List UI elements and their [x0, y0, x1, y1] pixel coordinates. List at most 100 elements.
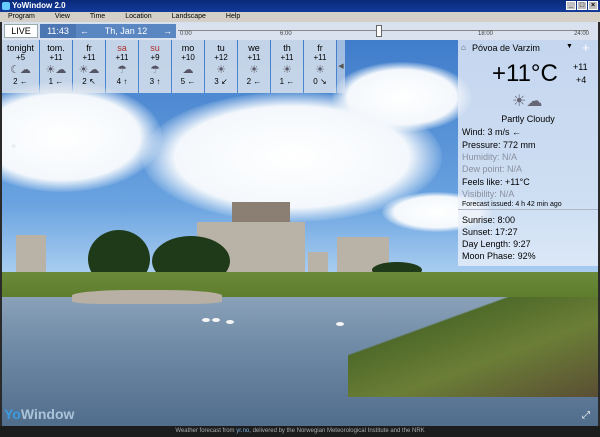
forecast-day[interactable]: tu +12 ☀ 3 ↙ — [205, 40, 237, 93]
dew-point-label: Dew point: — [462, 164, 505, 174]
forecast-low-wind: 3 ↑ — [149, 77, 161, 86]
swan — [226, 320, 234, 324]
menu-program[interactable]: Program — [8, 12, 35, 22]
forecast-low-wind: 0 ↘ — [313, 77, 327, 86]
forecast-high: +11 — [247, 53, 261, 62]
partly-cloudy-icon: ☀☁ — [45, 64, 67, 76]
scroll-left-icon[interactable]: ◆ — [11, 142, 16, 150]
sunrise-row: Sunrise: 8:00 — [462, 215, 515, 225]
forecast-day[interactable]: tonight +5 ☾☁ 2 ← — [2, 40, 39, 93]
rain-icon: ☂ — [150, 64, 160, 76]
forecast-day[interactable]: fr +11 ☀ 0 ↘ — [304, 40, 336, 93]
forecast-day[interactable]: mo +10 ☁ 5 ← — [172, 40, 204, 93]
yr-no-link[interactable]: yr.no — [236, 428, 249, 434]
time-tick: 18:00 — [478, 31, 494, 37]
reed-bank — [348, 297, 598, 397]
partly-cloudy-icon: ☀☁ — [78, 64, 100, 76]
menu-time[interactable]: Time — [90, 12, 105, 22]
pressure-value: 772 mm — [503, 140, 536, 150]
next-day-arrow-icon[interactable]: → — [163, 24, 172, 38]
wind-value: 3 m/s ← — [487, 127, 522, 137]
cloud-icon: ☁ — [182, 64, 194, 76]
location-dropdown-icon[interactable]: ▼ — [566, 43, 573, 50]
cloud — [2, 82, 162, 192]
time-slider[interactable]: 0:00 6:00 18:00 24:00 — [178, 24, 596, 38]
menu-landscape[interactable]: Landscape — [172, 12, 206, 22]
forecast-low-wind: 1 ← — [48, 77, 64, 86]
cloud — [332, 62, 472, 132]
forecast-issued-label: Forecast issued: — [462, 201, 514, 208]
forecast-day[interactable]: fr +11 ☀☁ 2 ↖ — [73, 40, 105, 93]
forecast-day-name: su — [150, 43, 160, 53]
forecast-low-wind: 4 ↑ — [116, 77, 128, 86]
forecast-day-name: sa — [117, 43, 127, 53]
time-tick: 24:00 — [574, 31, 590, 37]
forecast-day[interactable]: su +9 ☂ 3 ↑ — [139, 40, 171, 93]
forecast-day-name: tu — [217, 43, 225, 53]
minimize-button[interactable]: _ — [566, 1, 576, 10]
forecast-day[interactable]: tom. +11 ☀☁ 1 ← — [40, 40, 72, 93]
menu-view[interactable]: View — [55, 12, 70, 22]
sunset-label: Sunset: — [462, 227, 493, 237]
maximize-button[interactable]: □ — [577, 1, 587, 10]
footer-suffix: , delivered by the Norwegian Meteorologi… — [249, 428, 425, 434]
fullscreen-icon[interactable]: ⤢ — [582, 410, 590, 421]
swan — [202, 318, 210, 322]
swan — [212, 318, 220, 322]
rocks — [72, 290, 222, 304]
home-icon[interactable]: ⌂ — [461, 43, 466, 52]
humidity-value: N/A — [502, 152, 518, 162]
partly-cloudy-icon: ☀☁ — [512, 93, 543, 110]
current-temperature: +11°C — [492, 60, 558, 87]
forecast-high: +5 — [15, 53, 26, 62]
forecast-low-wind: 2 ← — [246, 77, 262, 86]
low-temperature: +4 — [576, 75, 587, 85]
current-date: Th, Jan 12 — [104, 26, 148, 36]
forecast-day-name: fr — [317, 43, 323, 53]
forecast-day[interactable]: we +11 ☀ 2 ← — [238, 40, 270, 93]
forecast-issued-value: 4 h 42 min ago — [515, 201, 562, 208]
sunset-value: 17:27 — [495, 227, 518, 237]
wind-label: Wind: — [462, 127, 486, 137]
window-title: YoWindow 2.0 — [12, 1, 66, 10]
pressure-label: Pressure: — [462, 140, 501, 150]
close-button[interactable]: × — [588, 1, 598, 10]
feels-like-value: +11°C — [505, 177, 530, 187]
prev-day-arrow-icon[interactable]: ← — [80, 24, 89, 38]
current-time[interactable]: 11:43 — [40, 24, 76, 38]
sunrise-label: Sunrise: — [462, 215, 496, 225]
forecast-high: +11 — [313, 53, 327, 62]
pressure-row: Pressure: 772 mm — [462, 140, 536, 150]
moon-phase-row: Moon Phase: 92% — [462, 251, 536, 261]
menu-help[interactable]: Help — [226, 12, 240, 22]
forecast-high: +11 — [115, 53, 129, 62]
forecast-day[interactable]: th +11 ☀ 1 ← — [271, 40, 303, 93]
humidity-label: Humidity: — [462, 152, 500, 162]
add-location-icon[interactable]: + — [582, 40, 590, 55]
day-length-row: Day Length: 9:27 — [462, 239, 531, 249]
forecast-day-name: we — [248, 43, 260, 53]
footer-prefix: Weather forecast from — [175, 428, 235, 434]
sunset-row: Sunset: 17:27 — [462, 227, 518, 237]
moon-phase-label: Moon Phase: — [462, 251, 516, 261]
humidity-row: Humidity: N/A — [462, 152, 517, 162]
panel-divider — [458, 209, 598, 210]
wind-row: Wind: 3 m/s ← — [462, 127, 521, 137]
logo-yo: Yo — [4, 406, 21, 422]
yowindow-logo[interactable]: YoWindow — [4, 406, 74, 422]
menu-location[interactable]: Location — [125, 12, 151, 22]
forecast-day-name: tom. — [47, 43, 65, 53]
title-bar: YoWindow 2.0 _ □ × — [0, 0, 600, 12]
forecast-day[interactable]: sa +11 ☂ 4 ↑ — [106, 40, 138, 93]
forecast-high: +12 — [214, 53, 228, 62]
location-name[interactable]: Póvoa de Varzim — [472, 43, 540, 53]
forecast-high: +11 — [82, 53, 96, 62]
condition-text: Partly Cloudy — [501, 114, 555, 124]
sun-icon: ☀ — [249, 64, 259, 76]
forecast-day-name: tonight — [6, 43, 35, 53]
forecast-high: +10 — [181, 53, 195, 62]
forecast-collapse-icon[interactable]: ◀ — [337, 40, 345, 93]
time-slider-thumb[interactable] — [376, 25, 382, 37]
live-button[interactable]: LIVE — [4, 24, 38, 38]
forecast-high: +11 — [280, 53, 294, 62]
